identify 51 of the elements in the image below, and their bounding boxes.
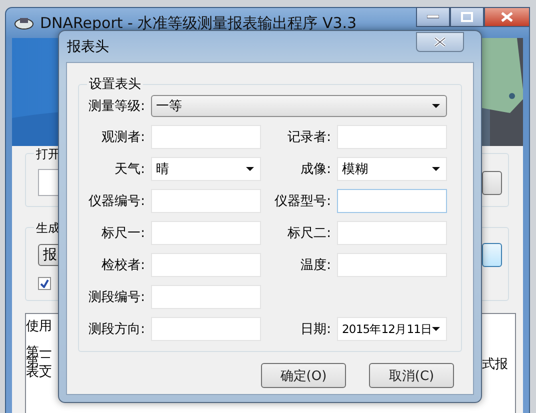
text-field[interactable] [151, 189, 261, 213]
close-icon [501, 12, 513, 22]
field-label: 观测者: [100, 129, 145, 146]
caret-icon [246, 167, 254, 171]
ok-button[interactable]: 确定(O) [261, 363, 346, 388]
date-picker[interactable]: 2015年12月11日 [337, 317, 447, 341]
text-field[interactable] [337, 253, 447, 277]
dropdown[interactable]: 模糊 [337, 157, 447, 181]
window-title: DNAReport - 水准等级测量报表输出程序 V3.3 [40, 14, 357, 32]
caret-icon [432, 327, 440, 331]
field-label: 检校者: [100, 257, 145, 274]
text-field[interactable] [337, 221, 447, 245]
close-button[interactable] [484, 7, 530, 27]
browse-button[interactable] [482, 171, 502, 195]
group-label: 设置表头 [88, 76, 142, 93]
field-label: 成像: [300, 161, 331, 178]
field-label: 仪器型号: [274, 193, 331, 210]
minimize-button[interactable] [416, 7, 450, 27]
browse-button[interactable] [482, 243, 502, 267]
field-label: 测量等级: [88, 98, 145, 115]
caret-icon [432, 104, 440, 108]
field-label: 温度: [300, 257, 331, 274]
field-label: 标尺一: [100, 225, 145, 242]
dropdown[interactable]: 一等 [151, 95, 447, 117]
field-label: 标尺二: [286, 225, 331, 242]
text-field[interactable] [151, 125, 261, 149]
field-label: 日期: [300, 321, 331, 338]
close-button[interactable] [416, 32, 464, 52]
text-field[interactable] [151, 253, 261, 277]
minimize-icon [427, 15, 439, 19]
dialog-title: 报表头 [67, 38, 109, 56]
cancel-button[interactable]: 取消(C) [369, 363, 454, 388]
close-icon [434, 37, 446, 47]
field-label: 测段编号: [88, 289, 145, 306]
maximize-icon [461, 12, 473, 22]
checkbox[interactable] [38, 277, 51, 290]
app-icon [14, 16, 34, 30]
usage-text: 第一 [26, 348, 52, 358]
text-field[interactable] [151, 285, 261, 309]
dropdown[interactable]: 晴 [151, 157, 261, 181]
text-field[interactable] [151, 317, 261, 341]
field-label: 仪器编号: [88, 193, 145, 210]
maximize-button[interactable] [450, 7, 484, 27]
text-field[interactable] [151, 221, 261, 245]
text-field[interactable] [337, 125, 447, 149]
field-label: 天气: [114, 161, 145, 178]
text-field[interactable] [337, 189, 447, 213]
caret-icon [432, 167, 440, 171]
usage-text: 使用 [26, 322, 52, 332]
field-label: 测段方向: [88, 321, 145, 338]
field-label: 记录者: [286, 129, 331, 146]
